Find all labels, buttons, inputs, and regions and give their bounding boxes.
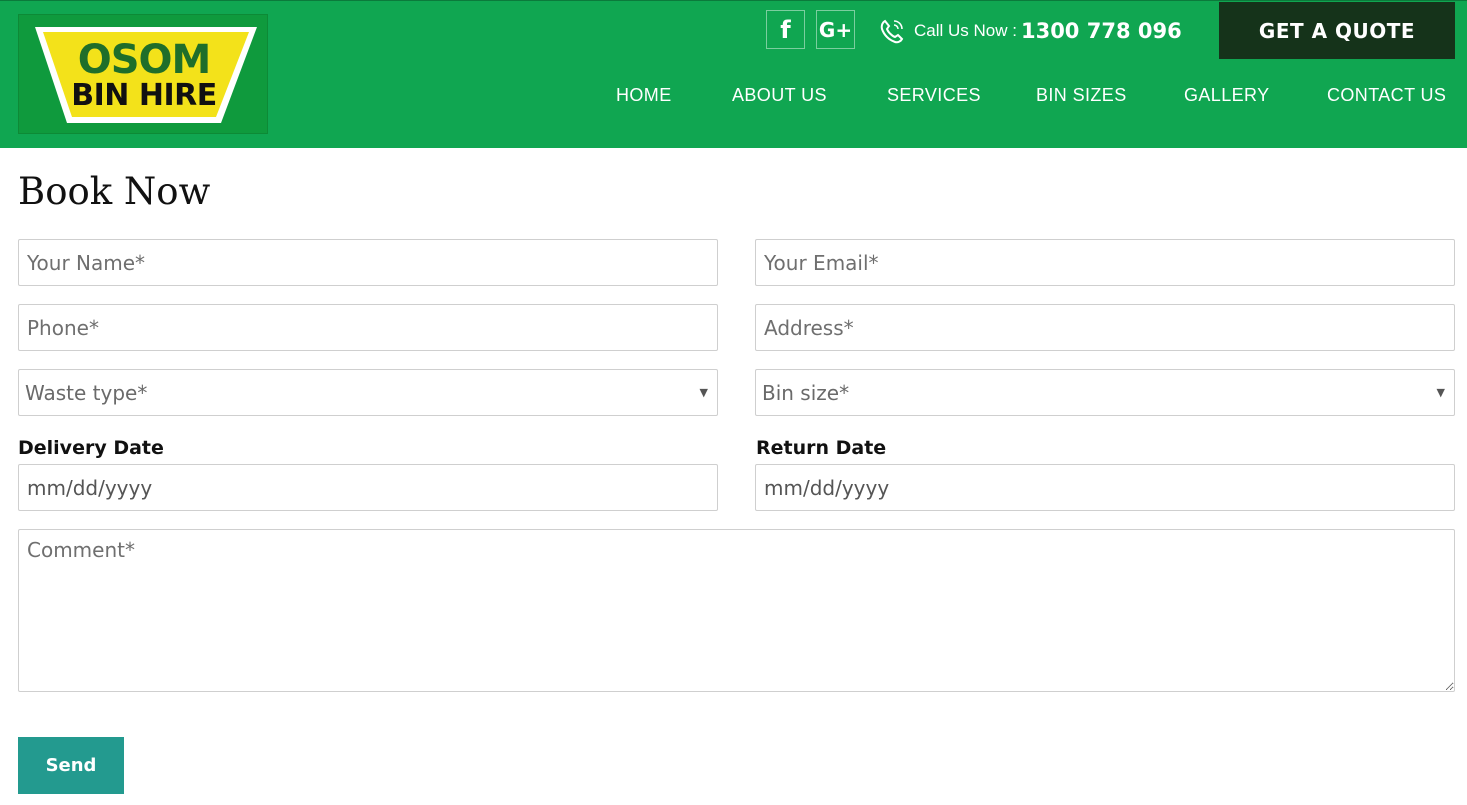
facebook-link[interactable]: f xyxy=(766,10,805,49)
waste-type-select[interactable]: Waste type* ▼ xyxy=(18,369,718,416)
email-input[interactable] xyxy=(755,239,1455,286)
google-plus-link[interactable]: G+ xyxy=(816,10,855,49)
nav-services[interactable]: SERVICES xyxy=(887,85,981,111)
nav-about-us[interactable]: ABOUT US xyxy=(732,85,827,111)
return-date-input[interactable]: mm/dd/yyyy xyxy=(755,464,1455,511)
name-input[interactable] xyxy=(18,239,718,286)
bin-size-value: Bin size* xyxy=(762,380,850,405)
waste-type-value: Waste type* xyxy=(25,380,148,405)
call-us: Call Us Now : 1300 778 096 xyxy=(878,15,1182,47)
get-a-quote-button[interactable]: GET A QUOTE xyxy=(1219,2,1455,59)
address-input[interactable] xyxy=(755,304,1455,351)
nav-home[interactable]: HOME xyxy=(616,85,672,111)
delivery-date-label: Delivery Date xyxy=(18,437,164,459)
phone-icon xyxy=(880,19,904,44)
nav-bin-sizes[interactable]: BIN SIZES xyxy=(1036,85,1127,111)
call-label: Call Us Now : xyxy=(914,21,1017,40)
site-header: OSOM BIN HIRE f G+ Call Us Now : 1300 77… xyxy=(0,0,1467,148)
logo-text-osom: OSOM xyxy=(77,37,212,83)
page-title: Book Now xyxy=(18,170,211,213)
comment-textarea[interactable] xyxy=(18,529,1455,692)
bin-size-select[interactable]: Bin size* ▼ xyxy=(755,369,1455,416)
delivery-date-value: mm/dd/yyyy xyxy=(27,475,153,500)
phone-input[interactable] xyxy=(18,304,718,351)
facebook-icon: f xyxy=(780,15,791,44)
return-date-value: mm/dd/yyyy xyxy=(764,475,890,500)
google-plus-icon: G+ xyxy=(818,17,853,42)
return-date-label: Return Date xyxy=(756,437,887,459)
logo-text-bin-hire: BIN HIRE xyxy=(71,78,217,113)
call-number[interactable]: 1300 778 096 xyxy=(1021,19,1182,43)
dropdown-arrow-icon: ▼ xyxy=(699,386,708,399)
delivery-date-input[interactable]: mm/dd/yyyy xyxy=(18,464,718,511)
logo[interactable]: OSOM BIN HIRE xyxy=(18,14,268,134)
nav-gallery[interactable]: GALLERY xyxy=(1184,85,1270,111)
dropdown-arrow-icon: ▼ xyxy=(1436,386,1445,399)
send-button[interactable]: Send xyxy=(18,737,124,794)
nav-contact-us[interactable]: CONTACT US xyxy=(1327,85,1446,111)
